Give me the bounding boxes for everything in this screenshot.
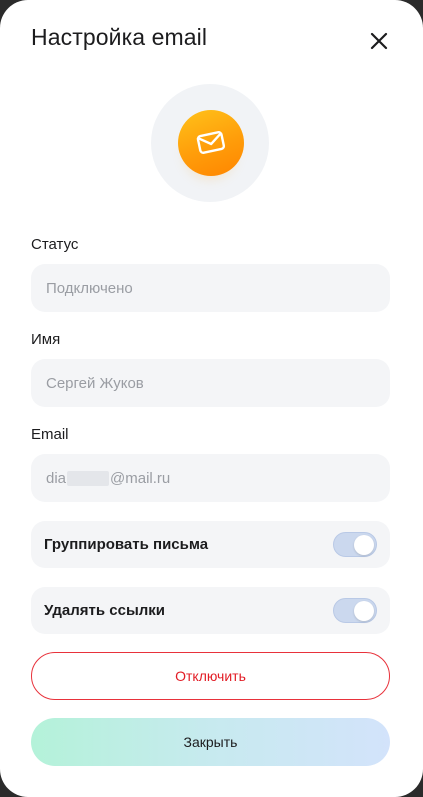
close-dialog-button[interactable]: Закрыть xyxy=(31,718,390,766)
email-prefix: dia xyxy=(46,469,67,487)
group-letters-label: Группировать письма xyxy=(44,536,209,553)
service-icon-badge xyxy=(151,84,269,202)
status-field: Подключено xyxy=(31,264,390,312)
mail-badge xyxy=(178,110,244,176)
toggle-knob xyxy=(354,601,374,621)
email-suffix: @mail.ru xyxy=(110,469,171,487)
email-redaction xyxy=(67,470,110,486)
delete-links-toggle[interactable] xyxy=(333,598,377,623)
group-letters-row: Группировать письма xyxy=(31,521,390,568)
name-field[interactable]: Сергей Жуков xyxy=(31,359,390,407)
email-field[interactable]: dia @mail.ru xyxy=(31,454,390,502)
status-label: Статус xyxy=(31,236,79,253)
group-letters-toggle[interactable] xyxy=(333,532,377,557)
email-settings-dialog: Настройка email Статус Подключено Имя Се… xyxy=(0,0,423,797)
status-value: Подключено xyxy=(46,279,133,297)
email-label: Email xyxy=(31,426,69,443)
name-label: Имя xyxy=(31,331,61,348)
mail-envelope-icon xyxy=(196,131,226,154)
dialog-title: Настройка email xyxy=(31,24,208,50)
email-value: dia @mail.ru xyxy=(46,470,170,487)
name-value: Сергей Жуков xyxy=(46,374,144,392)
disconnect-button[interactable]: Отключить xyxy=(31,652,390,700)
toggle-knob xyxy=(354,535,374,555)
close-button[interactable] xyxy=(364,26,394,56)
close-icon xyxy=(370,32,388,50)
delete-links-label: Удалять ссылки xyxy=(44,602,166,619)
delete-links-row: Удалять ссылки xyxy=(31,587,390,634)
